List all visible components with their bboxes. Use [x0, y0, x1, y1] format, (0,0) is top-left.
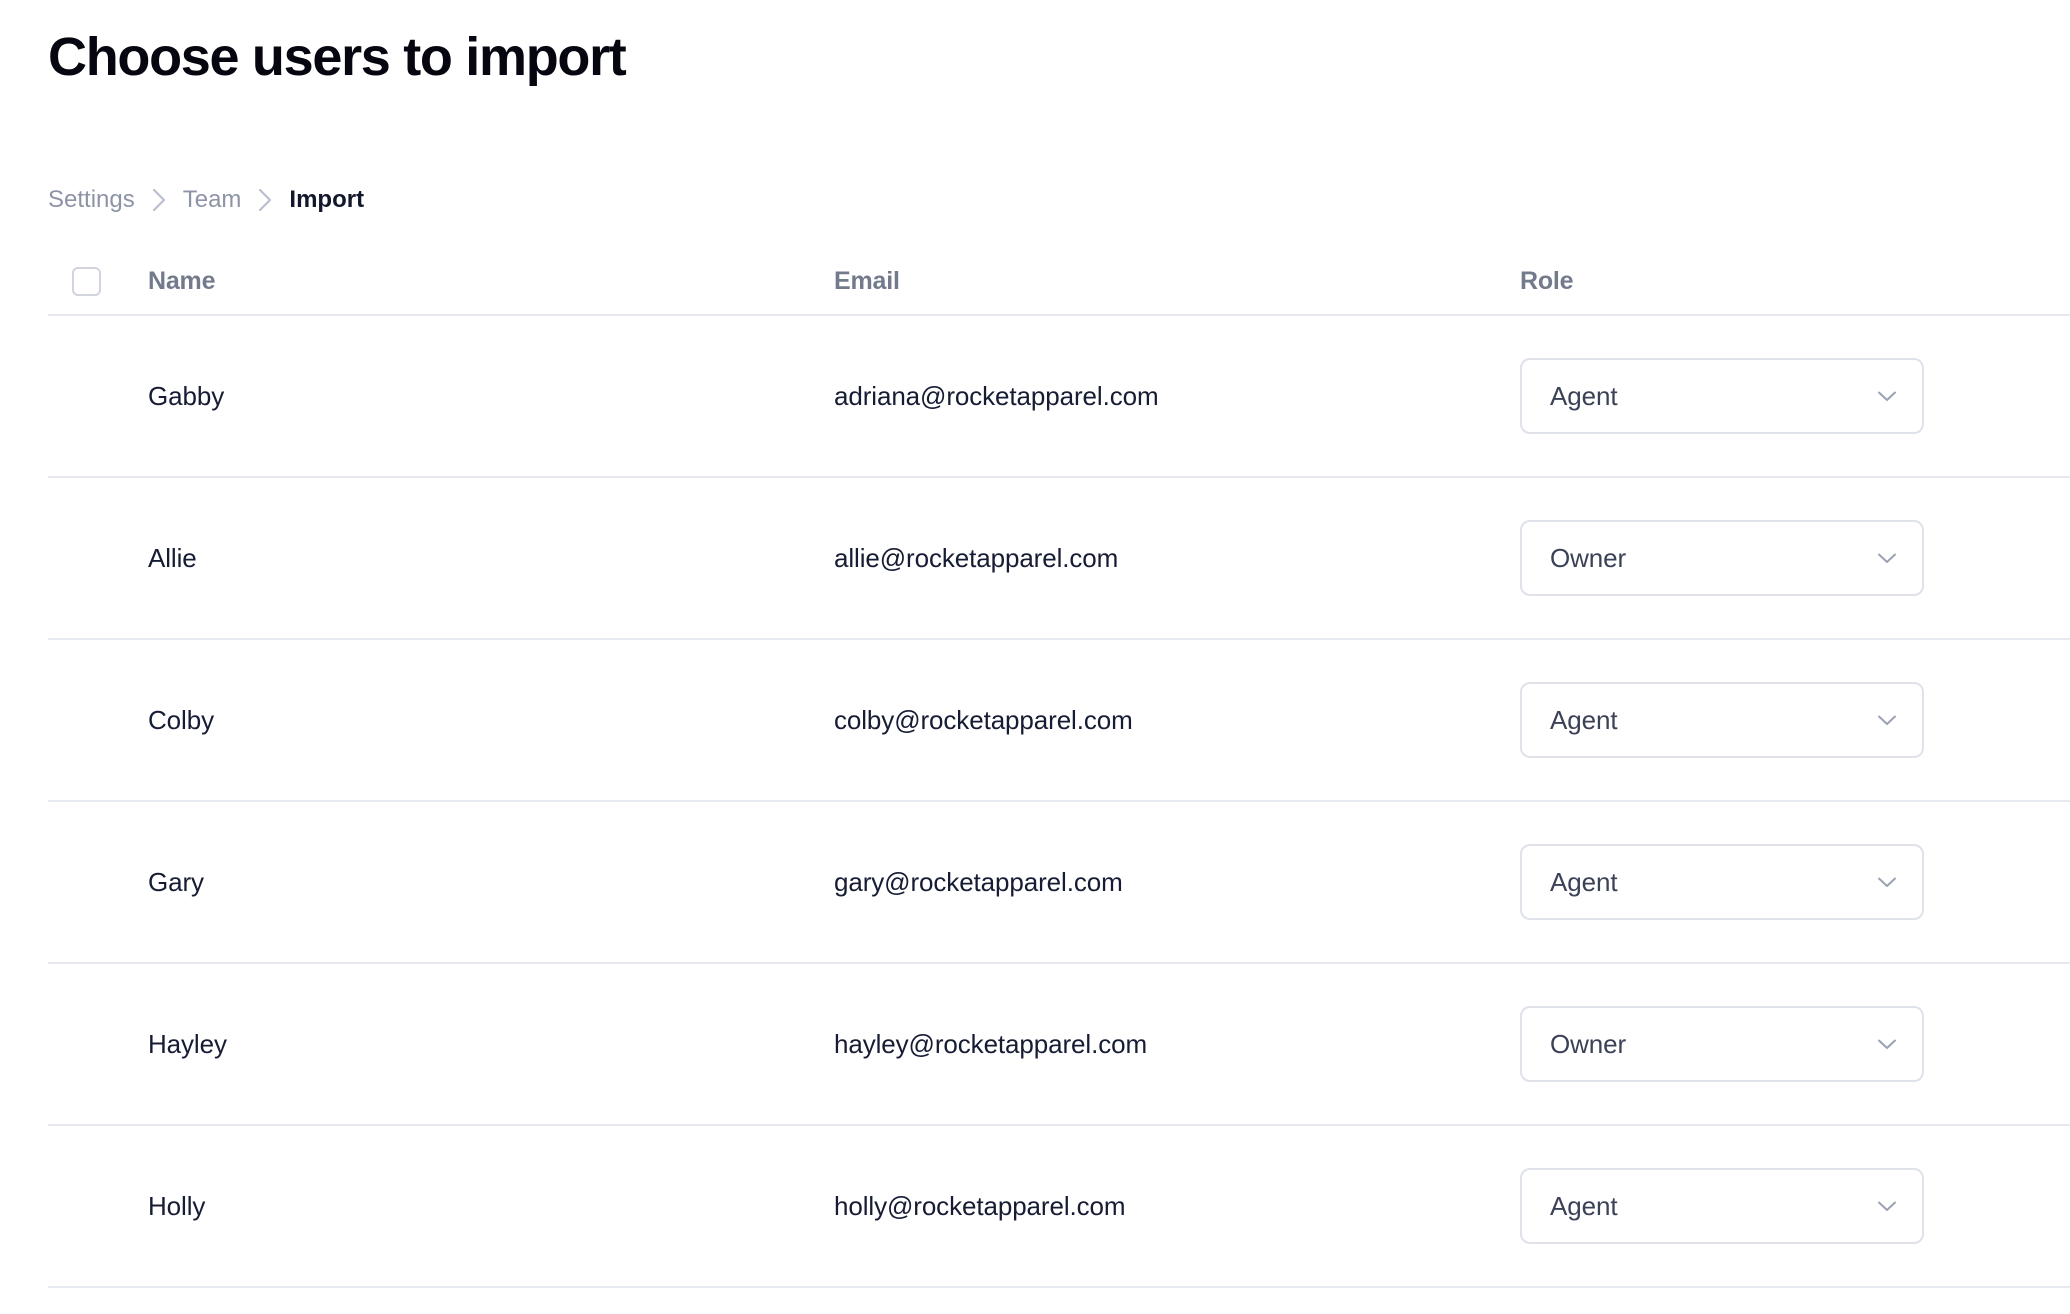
role-select-value: Agent [1550, 867, 1618, 897]
role-select-value: Owner [1550, 543, 1627, 573]
table-row[interactable]: Holly holly@rocketapparel.com Agent [48, 1126, 2070, 1286]
chevron-down-icon [1874, 1193, 1900, 1219]
role-select[interactable]: Owner [1520, 1006, 1924, 1082]
table-row[interactable]: Colby colby@rocketapparel.com Agent [48, 640, 2070, 800]
user-name: Gabby [148, 381, 225, 411]
import-users-page: Choose users to import Settings Team Imp… [0, 0, 2070, 1314]
user-email: adriana@rocketapparel.com [834, 381, 1159, 411]
user-email: hayley@rocketapparel.com [834, 1029, 1148, 1059]
row-divider [48, 1286, 2070, 1288]
table-row[interactable]: Gabby adriana@rocketapparel.com Agent [48, 316, 2070, 476]
breadcrumb-item-team[interactable]: Team [183, 185, 242, 215]
table-header-row: Name Email Role [48, 248, 2070, 314]
chevron-right-icon [241, 185, 289, 215]
column-header-role: Role [1520, 267, 1574, 295]
role-select[interactable]: Agent [1520, 844, 1924, 920]
chevron-right-icon [135, 185, 183, 215]
user-name: Holly [148, 1191, 206, 1221]
role-select[interactable]: Agent [1520, 358, 1924, 434]
chevron-down-icon [1874, 707, 1900, 733]
user-email: colby@rocketapparel.com [834, 705, 1133, 735]
user-email: allie@rocketapparel.com [834, 543, 1119, 573]
column-header-name: Name [148, 267, 216, 295]
page-title: Choose users to import [48, 27, 627, 87]
role-select[interactable]: Agent [1520, 1168, 1924, 1244]
select-all-checkbox[interactable] [72, 266, 101, 296]
chevron-down-icon [1874, 383, 1900, 409]
user-name: Allie [148, 543, 197, 573]
user-email: gary@rocketapparel.com [834, 867, 1123, 897]
table-row[interactable]: Gary gary@rocketapparel.com Agent [48, 802, 2070, 962]
user-name: Hayley [148, 1029, 227, 1059]
role-select-value: Agent [1550, 381, 1618, 411]
chevron-down-icon [1874, 1031, 1900, 1057]
users-table: Name Email Role Gabby adriana@rocketappa… [48, 248, 2070, 1288]
breadcrumb-item-settings[interactable]: Settings [48, 185, 135, 215]
select-all-cell [48, 266, 148, 296]
role-select-value: Agent [1550, 1191, 1618, 1221]
role-select[interactable]: Owner [1520, 520, 1924, 596]
user-email: holly@rocketapparel.com [834, 1191, 1126, 1221]
table-row[interactable]: Hayley hayley@rocketapparel.com Owner [48, 964, 2070, 1124]
breadcrumb-item-import: Import [289, 186, 365, 213]
breadcrumb: Settings Team Import [48, 185, 364, 215]
chevron-down-icon [1874, 545, 1900, 571]
user-name: Colby [148, 705, 214, 735]
user-name: Gary [148, 867, 204, 897]
role-select[interactable]: Agent [1520, 682, 1924, 758]
role-select-value: Owner [1550, 1029, 1627, 1059]
chevron-down-icon [1874, 869, 1900, 895]
role-select-value: Agent [1550, 705, 1618, 735]
column-header-email: Email [834, 267, 900, 295]
table-row[interactable]: Allie allie@rocketapparel.com Owner [48, 478, 2070, 638]
